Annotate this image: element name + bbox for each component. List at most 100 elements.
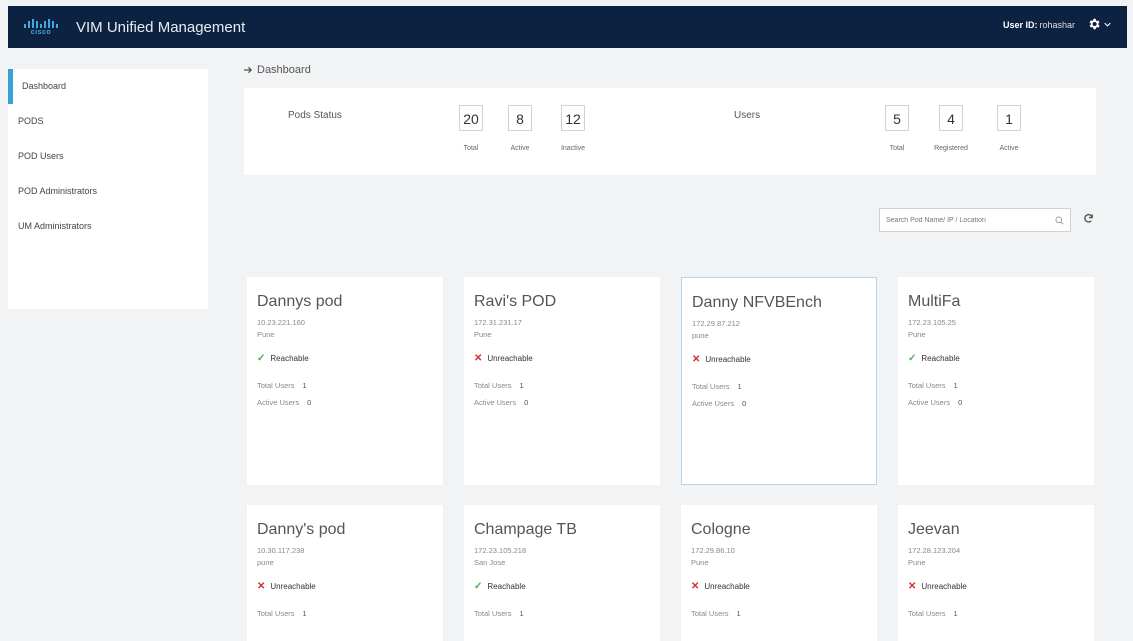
user-id-label: User ID: bbox=[1002, 20, 1038, 30]
pod-total-users: Total Users 1 bbox=[908, 381, 1084, 390]
search-icon bbox=[1055, 215, 1064, 225]
active-users-label: Active Users bbox=[474, 398, 517, 407]
total-users-value: 1 bbox=[737, 382, 742, 391]
x-icon: ✕ bbox=[908, 581, 917, 592]
pod-active-users: Active Users 0 bbox=[692, 399, 866, 408]
pod-card[interactable]: Danny's pod 10.30.117.238 pune ✕ Unreacha… bbox=[247, 505, 443, 641]
x-icon: ✕ bbox=[474, 353, 483, 364]
sidebar-item-pod-users[interactable]: POD Users bbox=[8, 139, 208, 174]
pod-name: Jeevan bbox=[908, 521, 960, 538]
arrow-right-icon bbox=[244, 66, 253, 74]
settings-menu-button[interactable] bbox=[1087, 17, 1111, 31]
pod-ip: 172.29.86.10 bbox=[691, 546, 735, 555]
total-users-label: Total Users bbox=[474, 381, 512, 390]
total-users-label: Total Users bbox=[257, 609, 295, 618]
pod-location: Pune bbox=[257, 330, 275, 339]
pod-ip: 172.23.105.218 bbox=[474, 546, 527, 555]
pod-location: pune bbox=[257, 558, 274, 567]
total-users-value: 1 bbox=[736, 609, 741, 618]
active-users-value: 0 bbox=[958, 398, 963, 407]
users-active-value: 1 bbox=[997, 105, 1021, 131]
pod-total-users: Total Users 1 bbox=[257, 609, 433, 618]
user-id-value: rohashar bbox=[1039, 20, 1075, 30]
pod-location: Pune bbox=[691, 558, 709, 567]
pod-name: Champage TB bbox=[474, 521, 577, 538]
sidebar-item-pods[interactable]: PODS bbox=[8, 104, 208, 139]
check-icon: ✓ bbox=[257, 353, 266, 364]
pod-location: pune bbox=[692, 331, 709, 340]
sidebar-item-um-administrators[interactable]: UM Administrators bbox=[8, 209, 208, 244]
users-total-value: 5 bbox=[885, 105, 909, 131]
pod-status-text: Reachable bbox=[921, 354, 960, 363]
pod-total-users: Total Users 1 bbox=[908, 609, 1084, 618]
app-title: VIM Unified Management bbox=[76, 18, 246, 36]
pod-status: ✕ Unreachable bbox=[257, 581, 433, 592]
cisco-logo-text: cisco bbox=[30, 28, 52, 36]
pod-status-text: Unreachable bbox=[704, 582, 750, 591]
search-input[interactable] bbox=[886, 216, 1046, 224]
pod-status-text: Unreachable bbox=[921, 582, 967, 591]
active-users-value: 0 bbox=[742, 399, 747, 408]
total-users-value: 1 bbox=[519, 609, 524, 618]
pod-name: Danny NFVBEnch bbox=[692, 294, 822, 311]
pod-name: MultiFa bbox=[908, 293, 961, 310]
search-box[interactable] bbox=[879, 208, 1071, 232]
cisco-logo[interactable]: cisco bbox=[24, 18, 58, 36]
users-active-label: Active bbox=[999, 145, 1019, 152]
pod-card[interactable]: Danny NFVBEnch 172.29.87.212 pune ✕ Unrea… bbox=[681, 277, 877, 485]
pod-status: ✕ Unreachable bbox=[908, 581, 1084, 592]
total-users-value: 1 bbox=[953, 381, 958, 390]
pod-status: ✓ Reachable bbox=[474, 581, 650, 592]
pod-ip: 172.29.87.212 bbox=[692, 319, 740, 328]
refresh-icon[interactable] bbox=[1083, 213, 1094, 224]
pod-location: Pune bbox=[474, 330, 492, 339]
breadcrumb-label[interactable]: Dashboard bbox=[257, 64, 311, 76]
users-total-label: Total bbox=[889, 145, 905, 152]
sidebar-item-dashboard[interactable]: Dashboard bbox=[8, 69, 208, 104]
gear-icon bbox=[1089, 18, 1100, 30]
pods-active-value: 8 bbox=[508, 105, 532, 131]
x-icon: ✕ bbox=[691, 581, 700, 592]
chevron-down-icon bbox=[1104, 22, 1111, 27]
pod-card[interactable]: Jeevan 172.28.123.204 Pune ✕ Unreachable … bbox=[898, 505, 1094, 641]
pod-name: Ravi's POD bbox=[474, 293, 557, 310]
total-users-label: Total Users bbox=[691, 609, 729, 618]
pod-status: ✕ Unreachable bbox=[474, 353, 650, 364]
x-icon: ✕ bbox=[257, 581, 266, 592]
pod-name: Danny's pod bbox=[257, 521, 346, 538]
pod-ip: 172.28.123.204 bbox=[908, 546, 961, 555]
pod-ip: 10.23.221.160 bbox=[257, 318, 305, 327]
pod-card[interactable]: MultiFa 172.23.105.25 Pune ✓ Reachable To… bbox=[898, 277, 1094, 485]
pod-active-users: Active Users 0 bbox=[257, 398, 433, 407]
total-users-value: 1 bbox=[302, 609, 307, 618]
pod-card[interactable]: Dannys pod 10.23.221.160 Pune ✓ Reachable… bbox=[247, 277, 443, 485]
pod-ip: 172.23.105.25 bbox=[908, 318, 956, 327]
total-users-value: 1 bbox=[953, 609, 958, 618]
pod-status-text: Unreachable bbox=[705, 355, 751, 364]
pod-name: Cologne bbox=[691, 521, 751, 538]
pod-total-users: Total Users 1 bbox=[691, 609, 867, 618]
sidebar-list: Dashboard PODS POD Users POD Administrat… bbox=[8, 69, 208, 309]
pod-card[interactable]: Ravi's POD 172.31.231.17 Pune ✕ Unreachab… bbox=[464, 277, 660, 485]
pod-total-users: Total Users 1 bbox=[692, 382, 866, 391]
pod-status-text: Reachable bbox=[270, 354, 309, 363]
active-users-value: 0 bbox=[524, 398, 529, 407]
pod-status: ✓ Reachable bbox=[908, 353, 1084, 364]
active-users-label: Active Users bbox=[908, 398, 951, 407]
top-bar: cisco VIM Unified Management User ID: roh… bbox=[8, 6, 1127, 48]
pod-card[interactable]: Champage TB 172.23.105.218 San Jose ✓ Rea… bbox=[464, 505, 660, 641]
pod-status: ✓ Reachable bbox=[257, 353, 433, 364]
total-users-label: Total Users bbox=[257, 381, 295, 390]
x-icon: ✕ bbox=[692, 354, 701, 365]
check-icon: ✓ bbox=[908, 353, 917, 364]
sidebar-item-pod-administrators[interactable]: POD Administrators bbox=[8, 174, 208, 209]
pods-total-value: 20 bbox=[459, 105, 483, 131]
user-id: User ID: rohashar bbox=[1003, 20, 1075, 30]
pod-location: San Jose bbox=[474, 558, 506, 567]
pod-status-text: Reachable bbox=[487, 582, 526, 591]
breadcrumb: Dashboard bbox=[244, 64, 311, 76]
pod-card[interactable]: Cologne 172.29.86.10 Pune ✕ Unreachable T… bbox=[681, 505, 877, 641]
pod-total-users: Total Users 1 bbox=[257, 381, 433, 390]
pods-total-label: Total bbox=[463, 145, 479, 152]
pods-inactive-value: 12 bbox=[561, 105, 585, 131]
